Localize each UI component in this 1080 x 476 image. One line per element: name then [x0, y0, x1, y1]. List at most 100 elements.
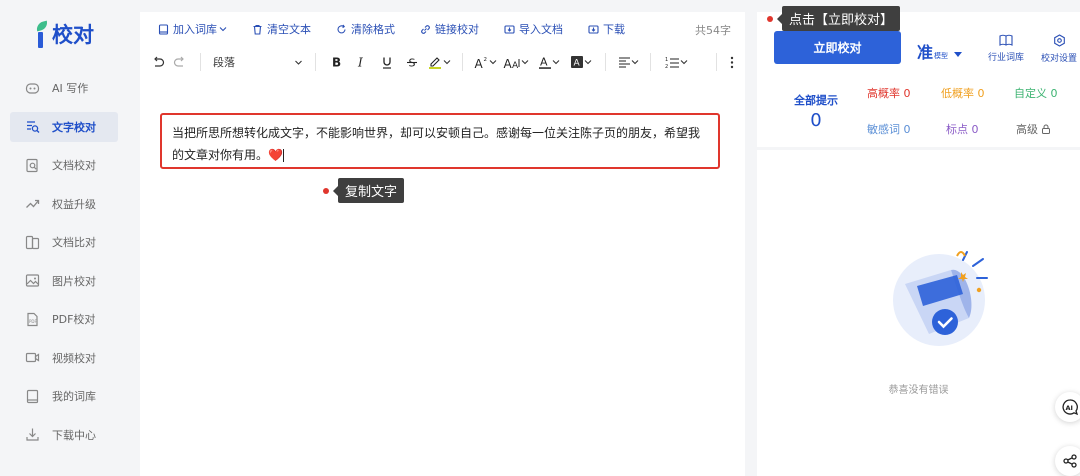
download-button[interactable]: 下载 [588, 21, 625, 37]
result-area: 恭喜没有错误 AI [757, 150, 1080, 476]
tip-dot [767, 15, 773, 22]
sidebar-item-pdf-proof[interactable]: PDF PDF校对 [10, 304, 118, 334]
share-button[interactable] [1055, 446, 1080, 476]
redo-icon [173, 56, 184, 67]
svg-text:I: I [357, 56, 363, 68]
download-icon [588, 24, 599, 34]
align-button[interactable] [614, 52, 642, 72]
sidebar-item-label: 图片校对 [52, 274, 96, 288]
undo-button[interactable] [148, 52, 168, 72]
add-lexicon-label: 加入词库 [173, 23, 217, 36]
clear-text-button[interactable]: 清空文本 [252, 21, 311, 37]
toolbar-divider [650, 53, 651, 71]
sidebar-item-upgrade[interactable]: 权益升级 [10, 189, 118, 219]
sidebar-item-doc-compare[interactable]: 文档比对 [10, 227, 118, 257]
upgrade-icon [25, 196, 40, 211]
sidebar-item-download-center[interactable]: 下载中心 [10, 420, 118, 450]
sidebar-item-video-proof[interactable]: 视频校对 [10, 343, 118, 373]
more-options-button[interactable] [725, 52, 739, 72]
tip-dot [323, 187, 329, 194]
background-color-icon: A [571, 56, 583, 69]
total-hints[interactable]: 全部提示 0 [793, 92, 839, 131]
paragraph-select-value: 段落 [213, 56, 235, 69]
custom-stat[interactable]: 自定义 0 [1014, 85, 1058, 101]
sidebar-item-text-proof[interactable]: 文字校对 [10, 111, 118, 142]
highlight-color-button[interactable] [424, 52, 454, 72]
bold-icon: B [332, 56, 341, 68]
ai-assistant-button[interactable]: AI [1055, 392, 1080, 422]
link-proof-label: 链接校对 [435, 23, 479, 36]
more-vertical-icon [730, 56, 734, 68]
chevron-down-icon [489, 60, 496, 65]
svg-text:B: B [332, 56, 341, 68]
high-prob-stat[interactable]: 高概率 0 [867, 85, 911, 101]
toolbar-divider [200, 53, 201, 71]
sidebar-item-label: 权益升级 [52, 197, 96, 211]
chevron-down-icon [584, 60, 592, 65]
sidebar-item-label: 文档校对 [52, 159, 96, 172]
font-color-icon: A [539, 56, 551, 69]
share-icon [1063, 454, 1077, 468]
app-logo[interactable]: 校对 [34, 20, 94, 48]
advanced-label: 高级 [1016, 123, 1038, 136]
sidebar-item-image-proof[interactable]: 图片校对 [10, 266, 118, 296]
sensitive-stat[interactable]: 敏感词 0 [867, 121, 911, 137]
list-button[interactable]: 12 [659, 52, 693, 72]
tip-text: 复制文字 [338, 178, 405, 203]
clear-text-label: 清空文本 [267, 23, 311, 36]
bold-button[interactable]: B [324, 52, 348, 72]
low-prob-stat[interactable]: 低概率 0 [941, 85, 985, 101]
chevron-down-icon [443, 60, 450, 65]
text-caret [282, 149, 284, 162]
proof-settings-label: 校对设置 [1041, 54, 1078, 64]
dictionary-icon [25, 389, 40, 404]
model-select[interactable]: 准 模型 [917, 39, 963, 63]
sidebar-item-label: AI 写作 [52, 82, 89, 95]
svg-text:A: A [474, 57, 483, 69]
sidebar-item-doc-proof[interactable]: 文档校对 [10, 150, 118, 180]
sidebar-item-label: 文字校对 [52, 120, 96, 134]
link-proof-button[interactable]: 链接校对 [420, 21, 479, 37]
underline-button[interactable] [374, 52, 400, 72]
doc-proof-icon [25, 158, 40, 173]
import-doc-button[interactable]: 导入文档 [504, 21, 563, 37]
background-color-button[interactable]: A [565, 52, 597, 72]
import-icon [504, 24, 515, 34]
advanced-stat[interactable]: 高级 [1016, 121, 1051, 137]
image-proof-icon [25, 273, 40, 288]
undo-icon [154, 56, 165, 67]
svg-text:A: A [574, 59, 581, 69]
chevron-down-icon [552, 60, 560, 65]
paragraph-select[interactable]: 段落 [209, 52, 307, 72]
superscript-button[interactable]: A2 [471, 52, 499, 72]
proof-settings-button[interactable]: 校对设置 [1041, 34, 1077, 64]
add-lexicon-button[interactable]: 加入词库 [158, 21, 227, 37]
editor-text: 当把所思所想转化成文字，不能影响世界，却可以安顿自己。感谢每一位关注陈子页的朋友… [172, 126, 701, 162]
editor-content[interactable]: 当把所思所想转化成文字，不能影响世界，却可以安顿自己。感谢每一位关注陈子页的朋友… [160, 113, 720, 169]
party-popper-icon [893, 251, 988, 346]
no-error-message: 恭喜没有错误 [888, 385, 949, 396]
font-color-button[interactable]: A [533, 52, 565, 72]
heart-emoji-icon: ❤️ [268, 148, 283, 162]
sidebar-item-label: 下载中心 [52, 428, 96, 442]
proofread-now-button[interactable]: 立即校对 [774, 31, 901, 64]
numbered-list-icon: 12 [665, 57, 679, 69]
chevron-down-icon [521, 60, 529, 65]
svg-text:A: A [540, 56, 548, 69]
industry-lexicon-button[interactable]: 行业词库 [988, 34, 1024, 63]
sidebar-item-label: 视频校对 [52, 351, 96, 365]
font-size-button[interactable]: AA [499, 52, 533, 72]
clear-format-button[interactable]: 清除格式 [336, 21, 395, 37]
chevron-down-icon [295, 60, 302, 65]
strikethrough-button[interactable]: S [400, 52, 424, 72]
chevron-down-icon [631, 60, 638, 65]
toolbar-divider [716, 53, 717, 71]
redo-button[interactable] [168, 52, 192, 72]
download-icon [25, 427, 40, 442]
punctuation-stat[interactable]: 标点 0 [946, 121, 979, 137]
sidebar-item-label: 我的词库 [52, 390, 96, 403]
svg-text:A: A [512, 61, 519, 69]
sidebar-item-ai-write[interactable]: AI 写作 [10, 73, 118, 103]
sidebar-item-dictionary[interactable]: 我的词库 [10, 381, 118, 411]
italic-button[interactable]: I [348, 52, 374, 72]
